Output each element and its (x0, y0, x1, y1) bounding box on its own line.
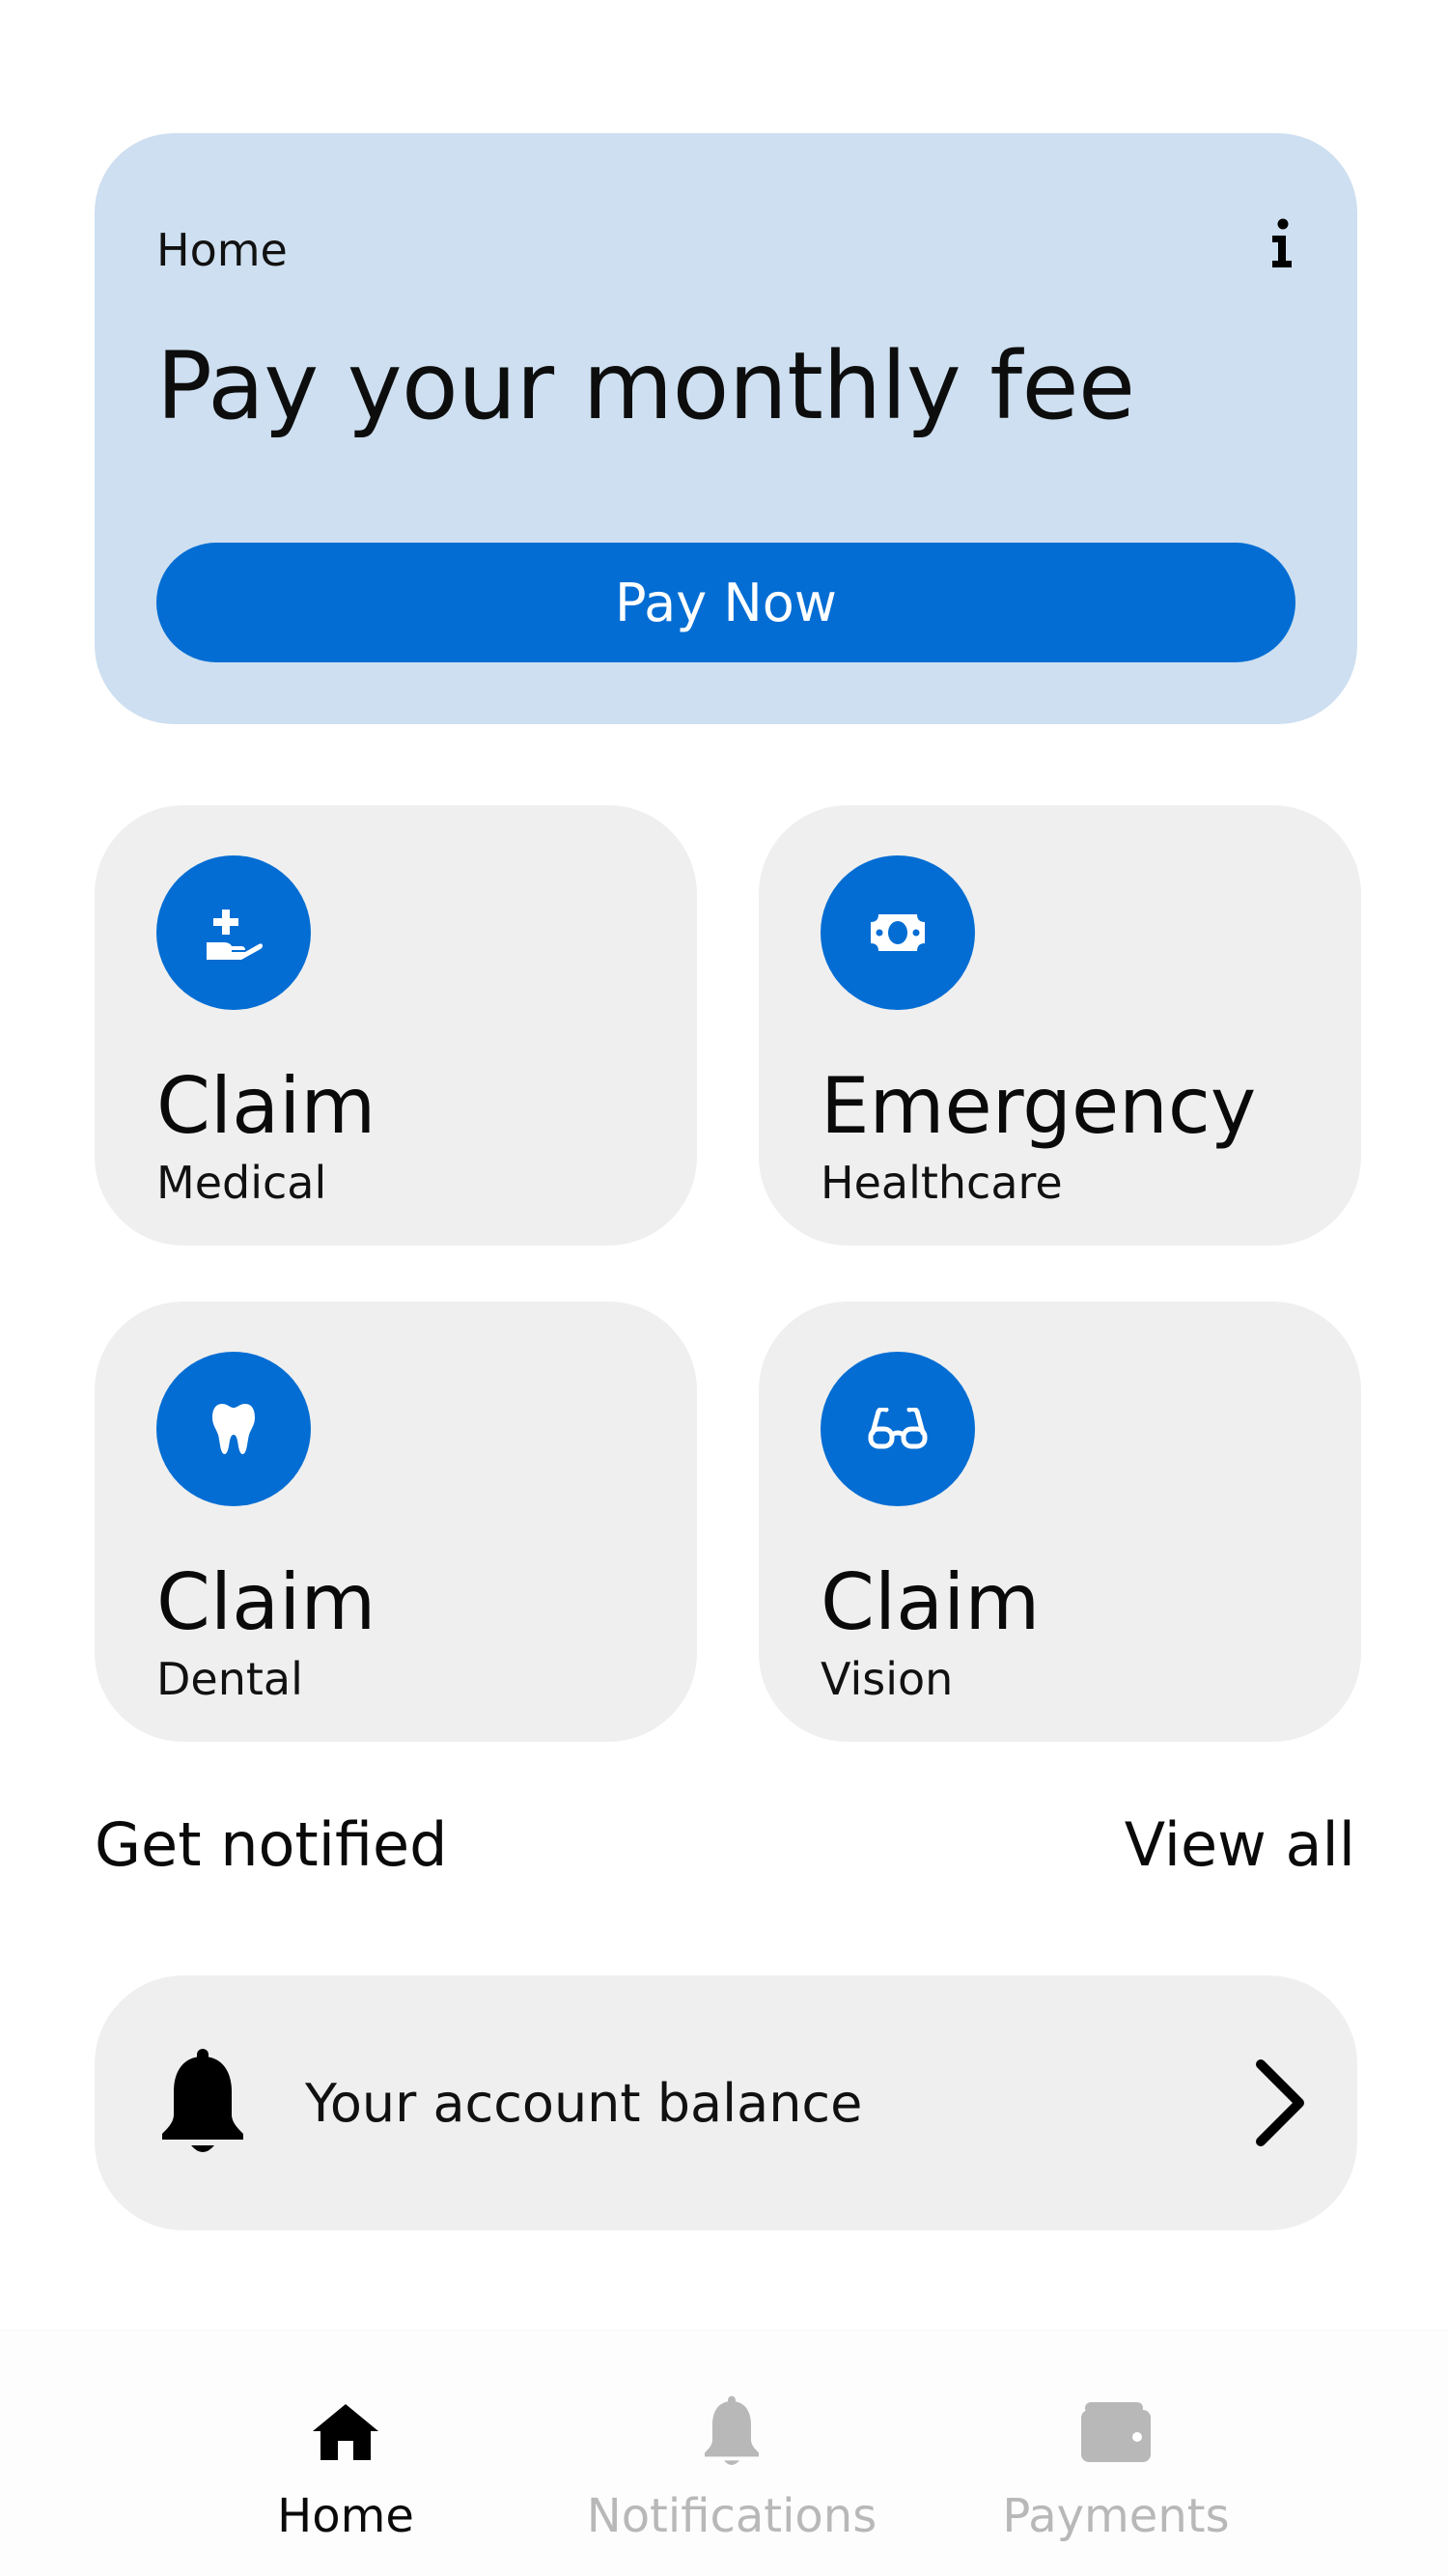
notification-item[interactable]: Your account balance (95, 1975, 1357, 2230)
nav-item-home[interactable]: Home (153, 2331, 539, 2576)
hand-medical-icon (156, 855, 311, 1010)
tile-title: Claim (156, 1061, 376, 1151)
pay-now-button[interactable]: Pay Now (156, 543, 1295, 662)
glasses-icon (821, 1352, 975, 1506)
bell-icon (683, 2389, 780, 2476)
home-screen: Home Pay your monthly fee Pay Now Claim … (0, 0, 1448, 2576)
tile-subtitle: Healthcare (821, 1157, 1063, 1209)
claim-vision-tile[interactable]: Claim Vision (759, 1302, 1361, 1742)
nav-label: Payments (1002, 2489, 1230, 2543)
tooth-icon (156, 1352, 311, 1506)
nav-item-notifications[interactable]: Notifications (539, 2331, 925, 2576)
bottom-nav: Home Notifications Payments (0, 2331, 1448, 2576)
tile-subtitle: Medical (156, 1157, 327, 1209)
nav-label: Notifications (586, 2489, 877, 2543)
money-bill-icon (821, 855, 975, 1010)
tile-title: Claim (156, 1557, 376, 1647)
home-icon (297, 2389, 394, 2476)
page-title: Pay your monthly fee (156, 332, 1135, 440)
tile-subtitle: Dental (156, 1653, 303, 1705)
info-icon[interactable] (1263, 212, 1301, 274)
pay-fee-card: Home Pay your monthly fee Pay Now (95, 133, 1357, 724)
view-all-link[interactable]: View all (1125, 1815, 1355, 1875)
section-title: Get notified (95, 1809, 448, 1880)
chevron-right-icon (1256, 2059, 1304, 2146)
tile-title: Emergency (821, 1061, 1257, 1151)
nav-item-payments[interactable]: Payments (923, 2331, 1309, 2576)
emergency-healthcare-tile[interactable]: Emergency Healthcare (759, 805, 1361, 1246)
tile-subtitle: Vision (821, 1653, 954, 1705)
wallet-icon (1068, 2389, 1164, 2476)
claim-dental-tile[interactable]: Claim Dental (95, 1302, 697, 1742)
breadcrumb: Home (156, 224, 288, 276)
claim-medical-tile[interactable]: Claim Medical (95, 805, 697, 1246)
bell-icon (162, 2049, 243, 2152)
tile-title: Claim (821, 1557, 1041, 1647)
notification-text: Your account balance (305, 2073, 863, 2134)
nav-label: Home (277, 2489, 414, 2543)
